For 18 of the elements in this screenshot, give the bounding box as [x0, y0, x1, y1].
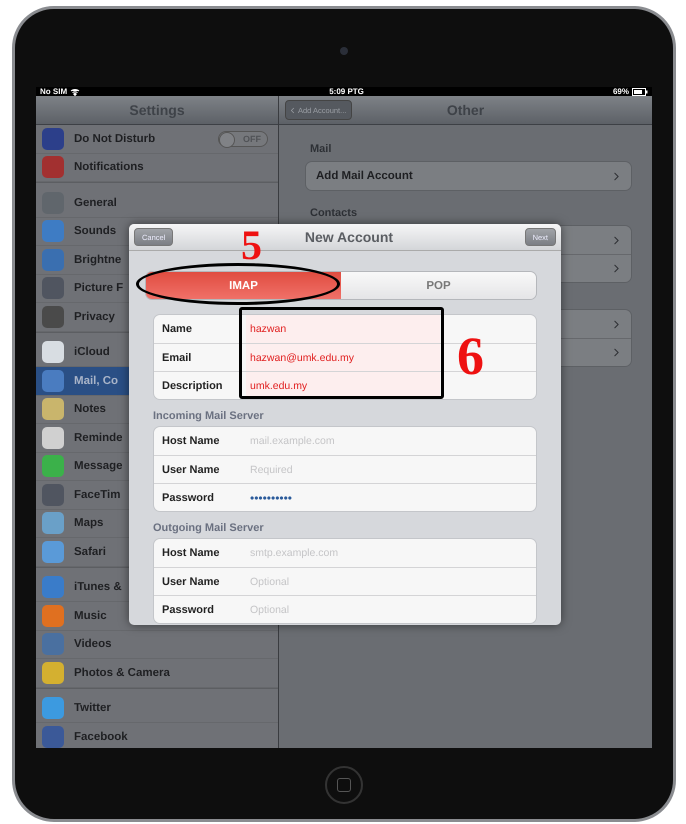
carrier-label: No SIM	[40, 87, 68, 96]
dialog-title: New Account	[304, 229, 394, 245]
field-label: User Name	[161, 576, 220, 588]
section-header: Mail	[310, 143, 332, 155]
field-label: Name	[161, 323, 193, 335]
field-label: Host Name	[161, 435, 220, 447]
field-label: User Name	[161, 464, 220, 476]
clock-label: 5:09 PTG	[329, 87, 364, 96]
section-header: Outgoing Mail Server	[153, 522, 265, 534]
step-number: 6	[457, 329, 484, 383]
field-label: Password	[161, 604, 215, 616]
section-header: Contacts	[310, 207, 358, 219]
field-label: Description	[161, 380, 224, 392]
field-label: Email	[161, 352, 192, 364]
field-label: Host Name	[161, 547, 220, 559]
battery-label: 69%	[612, 87, 629, 96]
field-label: Password	[161, 492, 215, 504]
section-header: Incoming Mail Server	[153, 410, 265, 422]
